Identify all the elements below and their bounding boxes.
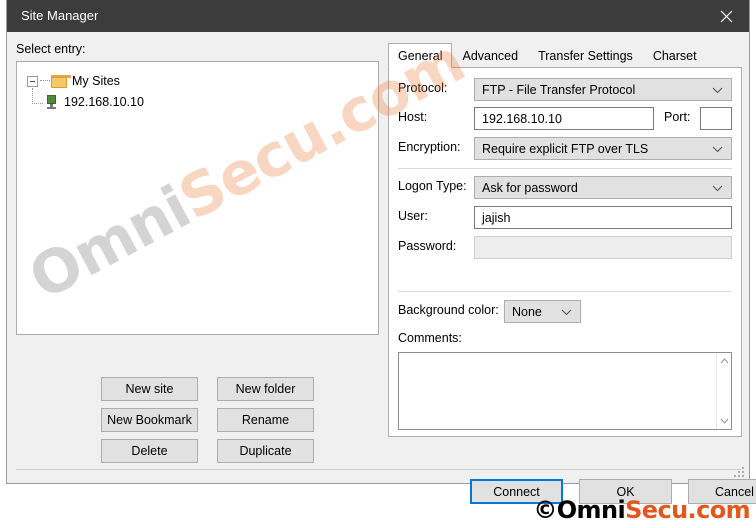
encryption-label-wrap: Encryption: [398, 140, 461, 154]
tab-charset[interactable]: Charset [642, 43, 707, 67]
tab-advanced[interactable]: Advanced [452, 43, 529, 67]
screenshot-root: OmniSecu.com Site Manager Select entry: [0, 0, 756, 528]
scroll-down-icon[interactable] [717, 413, 732, 429]
delete-button[interactable]: Delete [101, 439, 198, 463]
select-entry-label: Select entry: [16, 42, 86, 56]
new-folder-button[interactable]: New folder [217, 377, 314, 401]
logon-type-value: Ask for password [482, 180, 578, 195]
tab-page-general: Protocol: FTP - File Transfer Protocol H… [388, 68, 742, 437]
section-separator-1 [398, 168, 732, 169]
encryption-select[interactable]: Require explicit FTP over TLS [474, 137, 732, 160]
close-icon[interactable] [703, 0, 749, 32]
tree-item-my-sites[interactable]: My Sites [17, 71, 378, 91]
duplicate-button[interactable]: Duplicate [217, 439, 314, 463]
resize-grip[interactable] [733, 467, 745, 479]
footer-separator [16, 469, 741, 470]
background-color-label-wrap: Background color: [398, 303, 499, 317]
protocol-value: FTP - File Transfer Protocol [482, 82, 636, 97]
host-input[interactable]: 192.168.10.10 [474, 107, 654, 130]
background-color-select[interactable]: None [504, 300, 581, 323]
background-color-value: None [512, 304, 542, 319]
comments-textarea[interactable] [398, 352, 732, 430]
expander-collapse-icon[interactable] [27, 75, 38, 87]
password-label-wrap: Password: [398, 239, 456, 253]
footer-watermark: ©OmniSecu.com [533, 496, 750, 524]
protocol-label: Protocol: [398, 81, 448, 95]
user-value: jajish [482, 210, 511, 225]
password-label: Password: [398, 239, 457, 253]
section-separator-2 [398, 291, 732, 292]
chevron-down-icon [712, 181, 723, 195]
port-label-wrap: Port: [664, 110, 690, 124]
logon-type-label: Logon Type: [398, 179, 467, 193]
window-title: Site Manager [21, 8, 99, 23]
port-input[interactable] [700, 107, 732, 130]
comments-label: Comments: [398, 331, 462, 345]
tree-connector [40, 80, 50, 82]
host-label: Host: [398, 110, 428, 124]
tab-strip: General Advanced Transfer Settings Chars… [388, 43, 742, 68]
comments-scrollbar[interactable] [716, 353, 731, 429]
password-input [474, 236, 732, 259]
encryption-label: Encryption: [398, 140, 461, 154]
encryption-value: Require explicit FTP over TLS [482, 141, 649, 156]
protocol-label-wrap: Protocol: [398, 81, 447, 95]
tree-item-label: My Sites [72, 74, 120, 88]
folder-icon [51, 74, 71, 88]
tab-general[interactable]: General [388, 43, 453, 68]
tree-item-label: 192.168.10.10 [64, 95, 144, 109]
tree-connector-horizontal [32, 103, 43, 105]
background-color-label: Background color: [398, 303, 499, 317]
server-icon [46, 95, 57, 109]
settings-panel: General Advanced Transfer Settings Chars… [388, 43, 742, 437]
tree-item-host[interactable]: 192.168.10.10 [17, 88, 378, 112]
logon-type-select[interactable]: Ask for password [474, 176, 732, 199]
site-manager-dialog: Site Manager Select entry: My Sites 192.… [6, 0, 756, 504]
site-tree[interactable]: My Sites 192.168.10.10 [16, 61, 379, 335]
comments-label-wrap: Comments: [398, 331, 462, 345]
tab-transfer-settings[interactable]: Transfer Settings [528, 43, 643, 67]
tree-connector-vertical [32, 88, 34, 104]
user-label-wrap: User: [398, 209, 428, 223]
host-value: 192.168.10.10 [482, 111, 562, 126]
new-bookmark-button[interactable]: New Bookmark [101, 408, 198, 432]
footer-watermark-secu: Secu.com [625, 496, 751, 524]
rename-button[interactable]: Rename [217, 408, 314, 432]
scroll-up-icon[interactable] [717, 353, 732, 369]
site-action-buttons: New site New folder New Bookmark Rename … [101, 377, 314, 463]
user-label: User: [398, 209, 428, 223]
footer-watermark-omni: ©Omni [533, 496, 626, 524]
host-label-wrap: Host: [398, 110, 427, 124]
dialog-client-area: Select entry: My Sites 192.168.10.10 New… [7, 32, 756, 504]
port-label: Port: [664, 110, 691, 124]
logon-type-label-wrap: Logon Type: [398, 179, 467, 193]
user-input[interactable]: jajish [474, 206, 732, 229]
chevron-down-icon [712, 83, 723, 97]
protocol-select[interactable]: FTP - File Transfer Protocol [474, 78, 732, 101]
title-bar: Site Manager [7, 0, 749, 32]
chevron-down-icon [712, 142, 723, 156]
new-site-button[interactable]: New site [101, 377, 198, 401]
chevron-down-icon [561, 305, 572, 319]
